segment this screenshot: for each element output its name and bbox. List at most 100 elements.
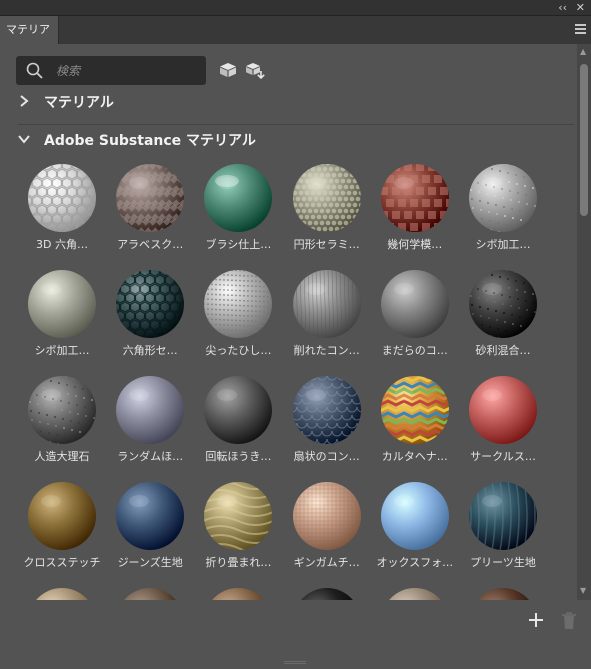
material-sphere bbox=[388, 588, 442, 601]
tab-bar: マテリアル bbox=[0, 16, 591, 64]
material-sphere bbox=[476, 588, 530, 601]
material-sphere bbox=[292, 270, 361, 338]
trash-icon[interactable] bbox=[561, 612, 577, 630]
material-item[interactable] bbox=[192, 581, 280, 601]
material-item[interactable]: ジーンズ生地 bbox=[104, 475, 192, 583]
material-sphere bbox=[469, 270, 537, 338]
material-name: ブラシ仕上… bbox=[205, 238, 272, 251]
tab-materials[interactable]: マテリアル bbox=[0, 16, 59, 64]
material-item[interactable] bbox=[281, 581, 369, 601]
material-item[interactable]: シボ加工… bbox=[16, 263, 104, 371]
vertical-scrollbar[interactable]: ▲ ▼ bbox=[577, 44, 591, 600]
material-sphere bbox=[380, 270, 449, 338]
material-name: アラベスク… bbox=[117, 238, 184, 251]
material-sphere bbox=[380, 376, 449, 444]
material-name: 扇状のコン… bbox=[293, 450, 360, 463]
material-item[interactable]: サークルス… bbox=[457, 369, 545, 477]
material-name: シボ加工… bbox=[475, 238, 531, 251]
material-name: クロスステッチ bbox=[23, 556, 101, 569]
resize-grip[interactable] bbox=[284, 661, 306, 664]
material-name: 幾何学模… bbox=[387, 238, 443, 251]
material-sphere bbox=[28, 482, 96, 550]
material-item[interactable] bbox=[104, 581, 192, 601]
material-item[interactable]: 扇状のコン… bbox=[281, 369, 369, 477]
material-item[interactable]: 幾何学模… bbox=[369, 157, 457, 265]
material-item[interactable]: アラベスク… bbox=[104, 157, 192, 265]
material-name: 人造大理石 bbox=[34, 450, 90, 463]
material-item[interactable]: プリーツ生地 bbox=[457, 475, 545, 583]
search-icon bbox=[26, 62, 43, 79]
material-sphere bbox=[292, 376, 361, 444]
material-item[interactable]: 3D 六角… bbox=[16, 157, 104, 265]
material-sphere bbox=[469, 164, 537, 232]
3d-cube-icon[interactable] bbox=[219, 62, 237, 78]
material-item[interactable] bbox=[369, 581, 457, 601]
add-icon[interactable] bbox=[528, 612, 544, 628]
import-material-icon[interactable] bbox=[245, 62, 265, 80]
panel-top-strip: ‹‹ ✕ bbox=[0, 0, 591, 16]
section-label: マテリアル bbox=[44, 95, 114, 111]
material-sphere bbox=[116, 164, 185, 232]
material-item[interactable]: クロスステッチ bbox=[16, 475, 104, 583]
material-name: ランダムほ… bbox=[117, 450, 184, 463]
material-item[interactable]: 砂利混合… bbox=[457, 263, 545, 371]
scrollbar-thumb[interactable] bbox=[580, 64, 588, 216]
material-name: 尖ったひし… bbox=[205, 344, 272, 357]
material-sphere bbox=[116, 270, 185, 338]
material-sphere bbox=[28, 270, 96, 338]
chevron-down-icon bbox=[18, 135, 30, 144]
material-item[interactable]: 円形セラミ… bbox=[281, 157, 369, 265]
material-sphere bbox=[380, 482, 449, 550]
material-name: ジーンズ生地 bbox=[117, 556, 183, 569]
section-label: Adobe Substance マテリアル bbox=[44, 133, 256, 149]
material-sphere bbox=[299, 588, 354, 601]
material-name: まだらのコ… bbox=[381, 344, 448, 357]
material-item[interactable]: 尖ったひし… bbox=[192, 263, 280, 371]
material-item[interactable]: ランダムほ… bbox=[104, 369, 192, 477]
chevron-right-icon bbox=[20, 95, 29, 107]
material-item[interactable]: 回転ほうき… bbox=[192, 369, 280, 477]
material-item[interactable]: ブラシ仕上… bbox=[192, 157, 280, 265]
material-sphere bbox=[469, 376, 537, 444]
scroll-down-icon[interactable]: ▼ bbox=[580, 586, 586, 595]
material-item[interactable] bbox=[16, 581, 104, 601]
close-panel-icon[interactable]: ✕ bbox=[576, 1, 585, 14]
material-sphere bbox=[116, 482, 185, 550]
material-item[interactable]: カルタヘナ… bbox=[369, 369, 457, 477]
material-item[interactable]: まだらのコ… bbox=[369, 263, 457, 371]
material-sphere bbox=[204, 164, 273, 232]
material-name: 回転ほうき… bbox=[205, 450, 272, 463]
material-name: 3D 六角… bbox=[36, 238, 88, 251]
material-sphere bbox=[292, 164, 361, 232]
material-item[interactable]: ギンガムチ… bbox=[281, 475, 369, 583]
material-item[interactable]: 六角形セ… bbox=[104, 263, 192, 371]
material-item[interactable]: オックスフォ… bbox=[369, 475, 457, 583]
search-box bbox=[16, 56, 206, 85]
scroll-up-icon[interactable]: ▲ bbox=[580, 47, 586, 56]
material-name: シボ加工… bbox=[34, 344, 90, 357]
material-item[interactable]: 削れたコン… bbox=[281, 263, 369, 371]
material-name: プリーツ生地 bbox=[470, 556, 536, 569]
material-item[interactable]: シボ加工… bbox=[457, 157, 545, 265]
material-name: ギンガムチ… bbox=[293, 556, 360, 569]
material-name: 円形セラミ… bbox=[293, 238, 360, 251]
material-sphere bbox=[204, 376, 273, 444]
material-name: 六角形セ… bbox=[122, 344, 178, 357]
material-name: 砂利混合… bbox=[475, 344, 531, 357]
panel-menu-icon[interactable] bbox=[575, 24, 586, 34]
collapse-panel-icon[interactable]: ‹‹ bbox=[558, 1, 567, 14]
panel-footer bbox=[0, 600, 591, 669]
material-name: 折り畳まれ… bbox=[205, 556, 272, 569]
search-input[interactable] bbox=[56, 62, 196, 80]
material-sphere bbox=[469, 482, 537, 550]
material-sphere bbox=[380, 164, 449, 232]
material-sphere bbox=[211, 588, 266, 601]
material-sphere bbox=[204, 482, 273, 550]
material-sphere bbox=[204, 270, 273, 338]
material-name: オックスフォ… bbox=[376, 556, 454, 569]
material-item[interactable]: 折り畳まれ… bbox=[192, 475, 280, 583]
material-item[interactable]: 人造大理石 bbox=[16, 369, 104, 477]
material-sphere bbox=[123, 588, 177, 601]
material-item[interactable] bbox=[457, 581, 545, 601]
material-name: サークルス… bbox=[470, 450, 536, 463]
